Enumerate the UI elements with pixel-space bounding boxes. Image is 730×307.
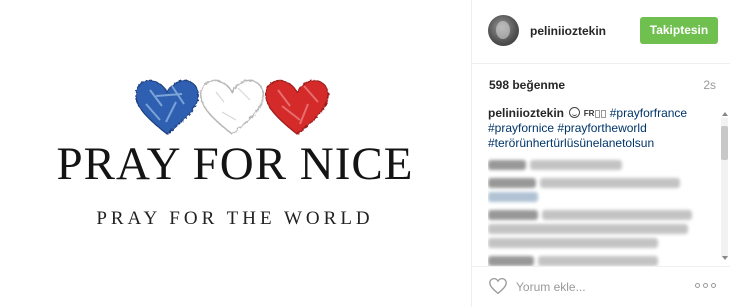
blurred-comment <box>488 221 714 234</box>
username-link[interactable]: peliniioztekin <box>530 24 606 38</box>
flag-box-icon <box>601 110 607 118</box>
subline-text: PRAY FOR THE WORLD <box>96 208 374 229</box>
comment-input[interactable] <box>516 278 666 296</box>
flag-emoji-label: FR <box>583 109 595 118</box>
blurred-comment <box>488 253 714 266</box>
following-button[interactable]: Takiptesin <box>640 17 718 44</box>
post-footer <box>472 266 730 307</box>
smile-emoji-icon <box>569 107 581 118</box>
blurred-comment <box>488 207 714 220</box>
blurred-comment <box>488 157 714 170</box>
like-heart-icon[interactable] <box>488 277 508 295</box>
scroll-up-arrow-icon[interactable] <box>722 112 728 116</box>
flag-box-icon <box>595 110 601 118</box>
hashtag-link[interactable]: #terörünhertürlüsünelanetolsun <box>488 136 654 150</box>
post-time[interactable]: 2s <box>703 78 716 92</box>
scroll-down-arrow-icon[interactable] <box>722 256 728 260</box>
headline-text: PRAY FOR NICE <box>56 138 414 190</box>
avatar[interactable] <box>488 15 519 46</box>
post-image[interactable]: PRAY FOR NICE PRAY FOR THE WORLD <box>0 0 470 307</box>
post-header: peliniioztekin Takiptesin <box>472 0 730 64</box>
hashtag-link[interactable]: #prayforfrance <box>610 106 687 120</box>
comments-list: peliniioztekin FR #prayforfrance #prayfo… <box>488 106 714 266</box>
comments-scrollbar[interactable] <box>721 118 728 258</box>
hashtag-link[interactable]: #prayfornice <box>488 121 554 135</box>
blue-heart-icon <box>135 79 199 135</box>
blurred-comment <box>488 189 714 202</box>
scrollbar-thumb[interactable] <box>721 126 728 160</box>
caption: peliniioztekin FR #prayforfrance #prayfo… <box>488 106 714 151</box>
blurred-comment <box>488 175 714 188</box>
red-heart-icon <box>265 79 329 135</box>
hearts-graphic <box>135 79 329 135</box>
white-heart-icon <box>200 79 264 135</box>
blurred-comment <box>488 235 714 248</box>
more-options-icon[interactable] <box>695 283 717 289</box>
caption-username[interactable]: peliniioztekin <box>488 106 564 120</box>
post-side-panel: peliniioztekin Takiptesin 598 beğenme 2s… <box>471 0 730 307</box>
likes-count[interactable]: 598 beğenme <box>489 78 565 92</box>
hashtag-link[interactable]: #prayfortheworld <box>557 121 646 135</box>
